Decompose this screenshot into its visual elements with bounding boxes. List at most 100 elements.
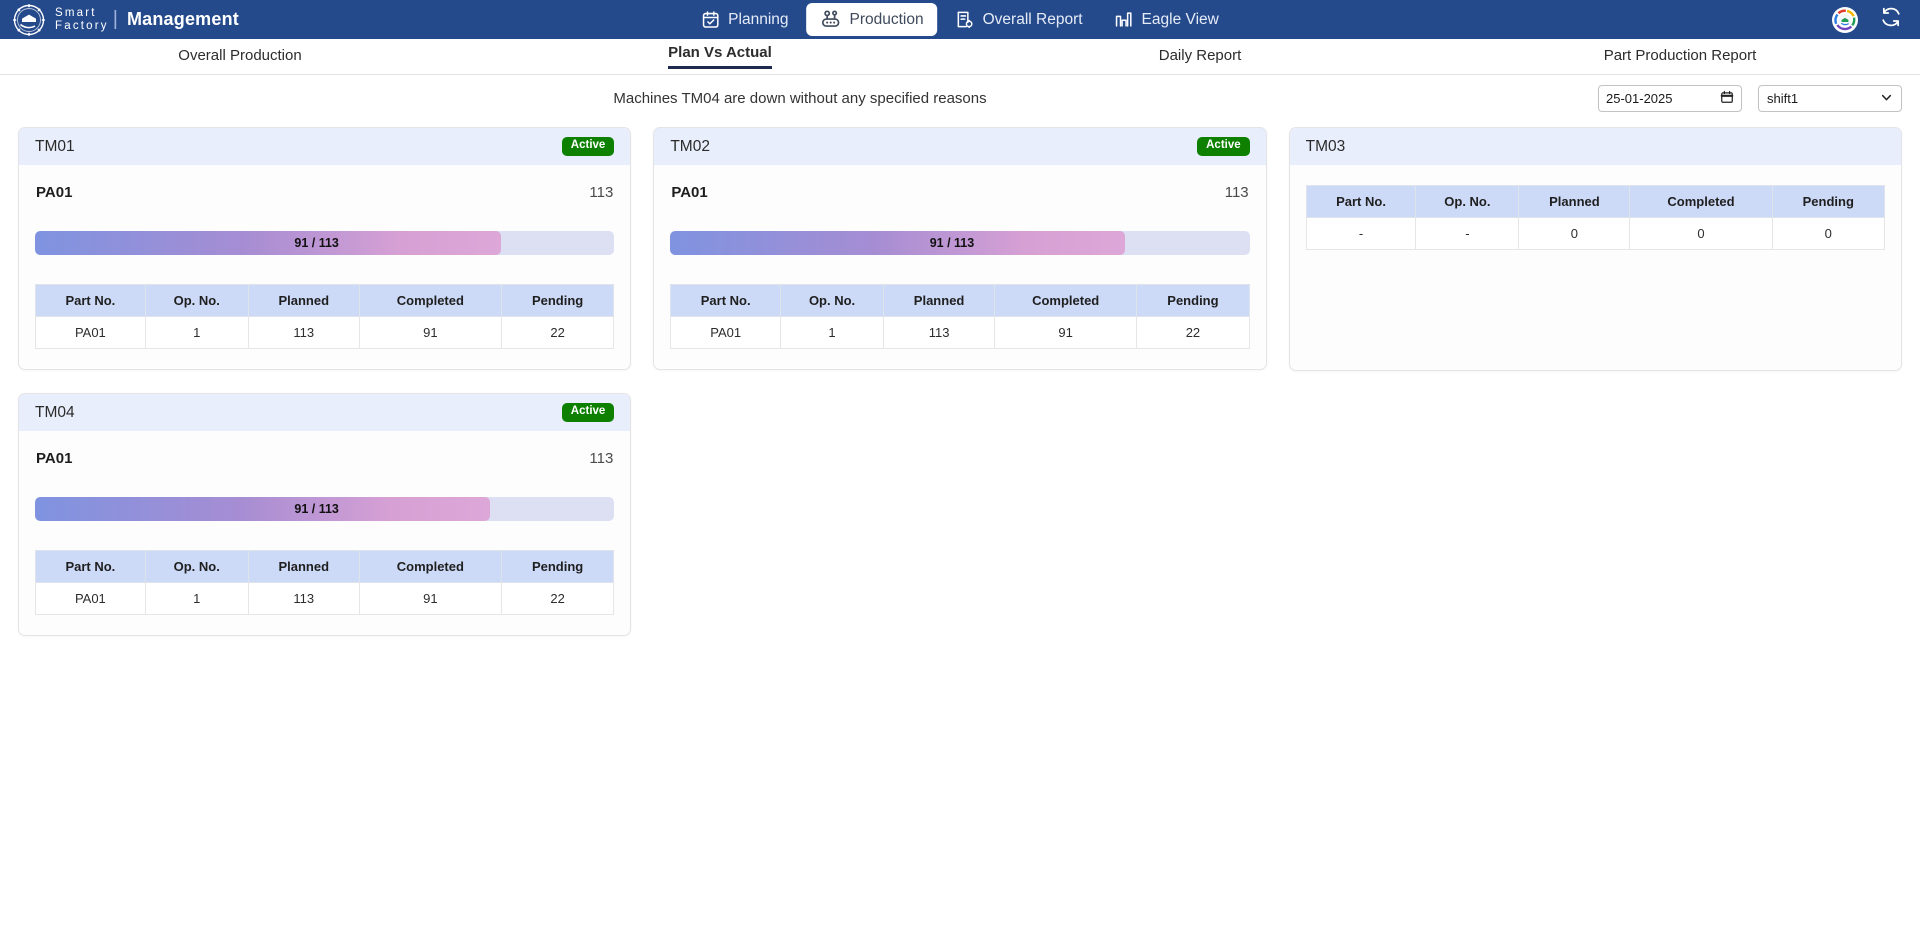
brand-line-2: Factory xyxy=(55,19,109,32)
col-pending: Pending xyxy=(1136,284,1250,317)
tab-label-overall-production: Overall Production xyxy=(178,47,302,64)
table-row: - - 0 0 0 xyxy=(1305,217,1885,250)
chevron-down-icon xyxy=(1880,91,1893,107)
col-planned: Planned xyxy=(247,284,360,317)
part-total-tm02: 113 xyxy=(1224,184,1249,201)
nav-label-overall-report: Overall Report xyxy=(982,10,1083,28)
production-table-tm04: Part No. Op. No. Planned Completed Pendi… xyxy=(35,550,615,615)
col-pending: Pending xyxy=(1771,185,1885,218)
brand-text: Smart Factory xyxy=(55,7,109,33)
machine-card-tm01: TM01 Active PA01 113 91 / 113 Part No. O… xyxy=(18,127,632,370)
date-input-value: 25-01-2025 xyxy=(1606,91,1673,106)
cell-pending: 22 xyxy=(1136,316,1250,349)
col-op-no: Op. No. xyxy=(780,284,885,317)
machine-name-tm02: TM02 xyxy=(670,137,710,155)
cell-completed: 91 xyxy=(994,316,1138,349)
filter-controls: 25-01-2025 shift1 xyxy=(1598,85,1902,112)
machine-card-tm02: TM02 Active PA01 113 91 / 113 Part No. O… xyxy=(653,127,1267,370)
cell-part-no: PA01 xyxy=(35,582,146,615)
cell-op-no: 1 xyxy=(144,582,249,615)
cell-completed: 91 xyxy=(358,316,502,349)
cell-op-no: - xyxy=(1415,217,1520,250)
col-completed: Completed xyxy=(358,284,502,317)
table-header-row: Part No. Op. No. Planned Completed Pendi… xyxy=(1305,185,1885,218)
cell-part-no: - xyxy=(1305,217,1417,250)
calendar-icon[interactable] xyxy=(1720,90,1734,107)
part-total-tm04: 113 xyxy=(589,450,614,467)
col-planned: Planned xyxy=(883,284,996,317)
nav-label-eagle-view: Eagle View xyxy=(1141,10,1219,28)
tab-overall-production[interactable]: Overall Production xyxy=(0,39,480,74)
table-row: PA01 1 113 91 22 xyxy=(670,316,1250,349)
production-table-tm02: Part No. Op. No. Planned Completed Pendi… xyxy=(670,284,1250,349)
col-planned: Planned xyxy=(1518,185,1631,218)
col-planned: Planned xyxy=(247,550,360,583)
card-header-tm02: TM02 Active xyxy=(654,128,1266,165)
nav-item-overall-report[interactable]: Overall Report xyxy=(942,4,1097,35)
tab-label-part-production-report: Part Production Report xyxy=(1603,47,1757,64)
col-completed: Completed xyxy=(358,550,502,583)
part-summary-tm01: PA01 113 xyxy=(35,181,614,201)
nav-item-production[interactable]: Production xyxy=(806,3,938,36)
part-summary-tm02: PA01 113 xyxy=(670,181,1249,201)
user-avatar[interactable] xyxy=(1832,6,1858,33)
col-completed: Completed xyxy=(1629,185,1773,218)
alert-and-filter-row: Machines TM04 are down without any speci… xyxy=(0,75,1920,122)
progress-bar-tm01: 91 / 113 xyxy=(35,231,615,255)
calendar-check-icon xyxy=(701,10,720,29)
part-name-tm02: PA01 xyxy=(671,184,708,201)
col-op-no: Op. No. xyxy=(144,284,249,317)
progress-label-wrap-tm01: 91 / 113 xyxy=(35,231,614,255)
table-header-row: Part No. Op. No. Planned Completed Pendi… xyxy=(35,284,615,317)
status-badge-tm01: Active xyxy=(561,137,615,156)
date-input[interactable]: 25-01-2025 xyxy=(1598,85,1742,112)
machine-name-tm01: TM01 xyxy=(35,137,75,155)
table-header-row: Part No. Op. No. Planned Completed Pendi… xyxy=(670,284,1250,317)
tab-label-plan-vs-actual: Plan Vs Actual xyxy=(668,44,772,69)
progress-bar-tm02: 91 / 113 xyxy=(670,231,1250,255)
cell-planned: 113 xyxy=(883,316,996,349)
tab-plan-vs-actual[interactable]: Plan Vs Actual xyxy=(480,39,960,74)
nav-item-eagle-view[interactable]: Eagle View xyxy=(1101,4,1233,35)
card-body-tm04: PA01 113 91 / 113 Part No. Op. No. Plann… xyxy=(19,431,630,635)
cell-part-no: PA01 xyxy=(35,316,146,349)
cell-completed: 91 xyxy=(358,582,502,615)
production-table-tm03: Part No. Op. No. Planned Completed Pendi… xyxy=(1305,185,1885,250)
progress-label-tm02: 91 / 113 xyxy=(929,236,975,250)
col-completed: Completed xyxy=(994,284,1138,317)
cell-pending: 22 xyxy=(500,582,615,615)
part-name-tm01: PA01 xyxy=(36,184,73,201)
nav-label-planning: Planning xyxy=(728,10,789,28)
tab-daily-report[interactable]: Daily Report xyxy=(960,39,1440,74)
tab-label-daily-report: Daily Report xyxy=(1158,47,1242,64)
bar-chart-icon xyxy=(1115,10,1134,29)
progress-label-tm04: 91 / 113 xyxy=(294,502,339,516)
nav-label-production: Production xyxy=(849,10,924,28)
tab-part-production-report[interactable]: Part Production Report xyxy=(1440,39,1920,74)
brand-line-1: Smart xyxy=(55,6,97,19)
sub-tab-bar: Overall Production Plan Vs Actual Daily … xyxy=(0,39,1920,75)
card-body-tm03: Part No. Op. No. Planned Completed Pendi… xyxy=(1290,165,1901,370)
card-body-tm02: PA01 113 91 / 113 Part No. Op. No. Plann… xyxy=(654,165,1265,369)
cell-op-no: 1 xyxy=(144,316,249,349)
status-badge-tm02: Active xyxy=(1197,137,1250,156)
status-badge-tm04: Active xyxy=(561,403,615,422)
machine-card-grid: TM01 Active PA01 113 91 / 113 Part No. O… xyxy=(0,122,1920,654)
machine-card-tm04: TM04 Active PA01 113 91 / 113 Part No. O… xyxy=(18,393,632,636)
col-part-no: Part No. xyxy=(35,550,146,583)
machine-name-tm04: TM04 xyxy=(35,403,75,421)
card-header-tm01: TM01 Active xyxy=(19,128,631,165)
production-table-tm01: Part No. Op. No. Planned Completed Pendi… xyxy=(35,284,615,349)
cell-pending: 0 xyxy=(1771,217,1885,250)
shift-select[interactable]: shift1 xyxy=(1758,85,1902,112)
refresh-icon[interactable] xyxy=(1880,6,1902,33)
report-gear-icon xyxy=(956,10,975,29)
nav-item-planning[interactable]: Planning xyxy=(687,4,802,35)
cell-completed: 0 xyxy=(1629,217,1773,250)
progress-label-wrap-tm04: 91 / 113 xyxy=(35,497,614,521)
top-header-bar: Smart Factory | Management Planning Prod… xyxy=(0,0,1920,39)
col-part-no: Part No. xyxy=(670,284,782,317)
progress-label-tm01: 91 / 113 xyxy=(294,236,339,250)
progress-bar-tm04: 91 / 113 xyxy=(35,497,615,521)
page-title: Management xyxy=(126,9,239,29)
